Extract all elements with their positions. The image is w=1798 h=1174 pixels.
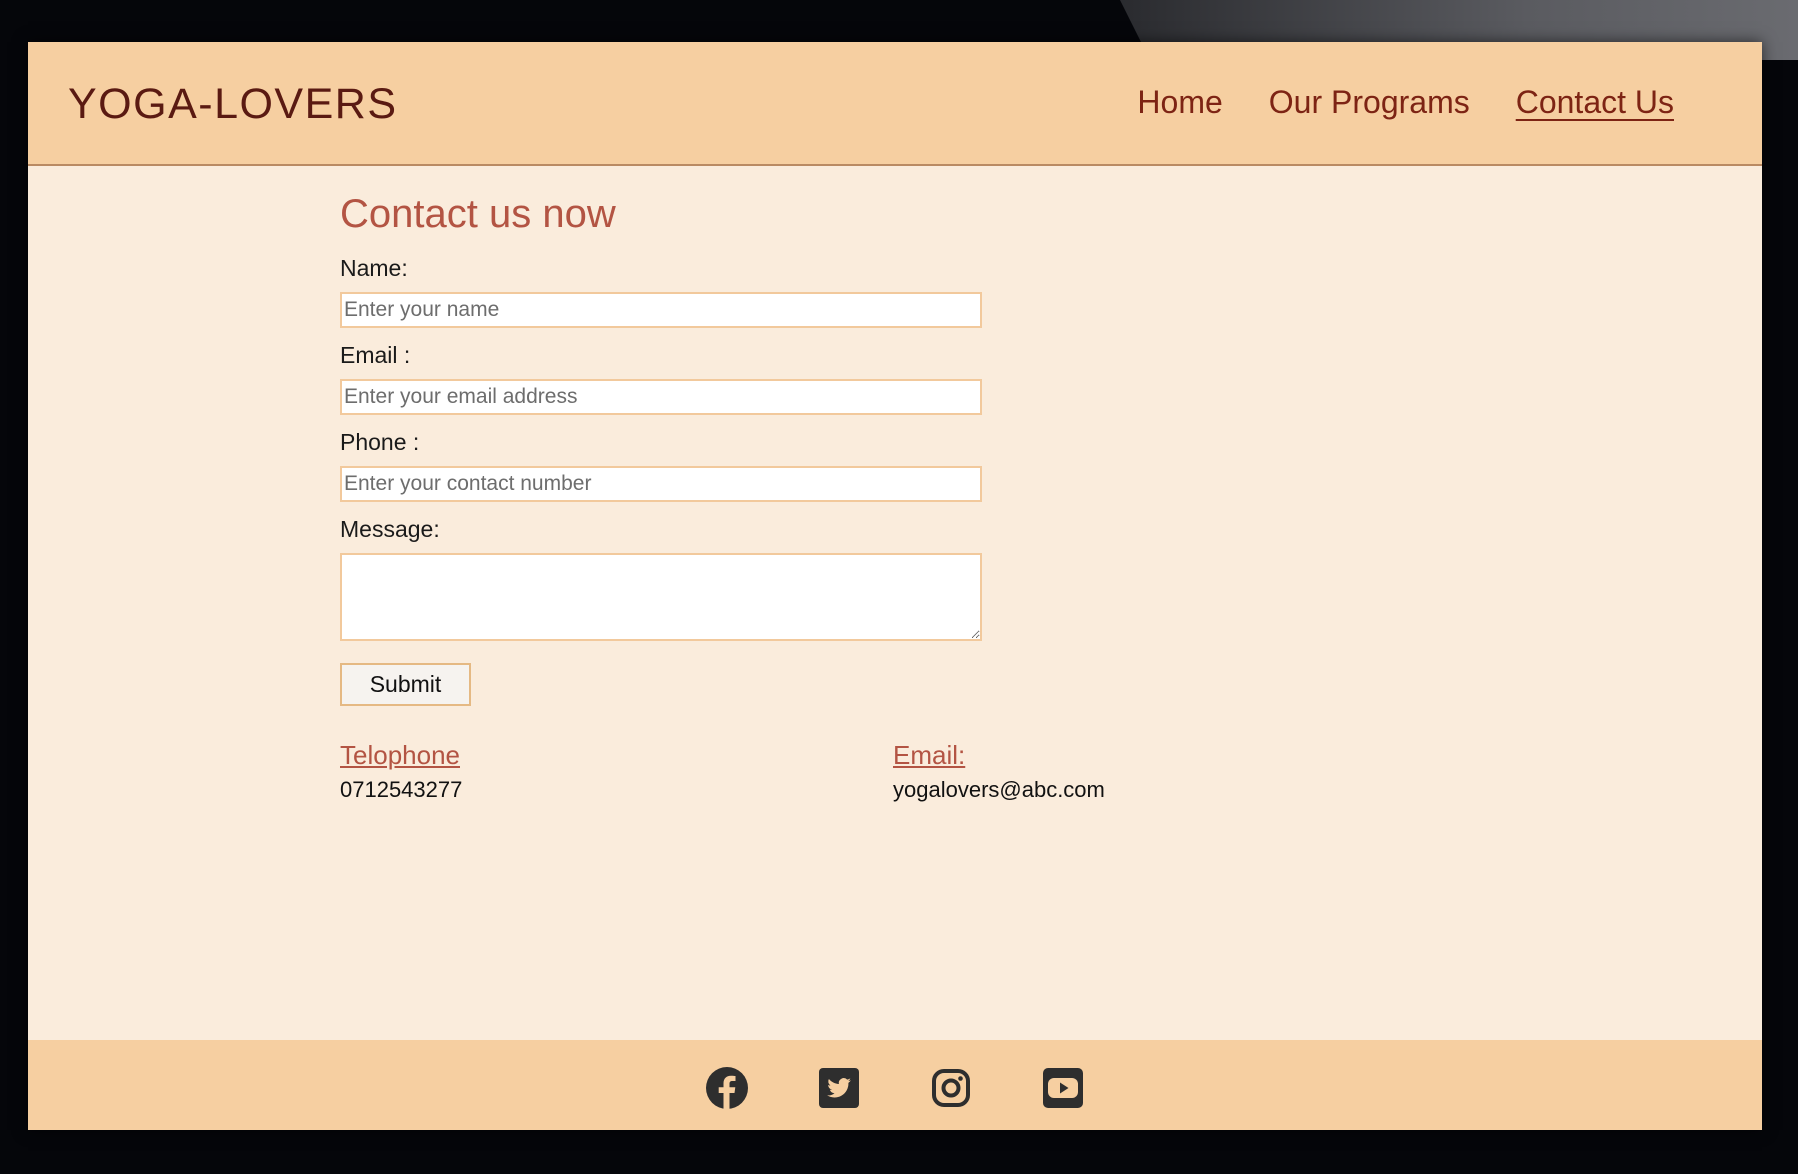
telephone-heading[interactable]: Telophone — [340, 740, 462, 771]
instagram-icon[interactable] — [929, 1066, 973, 1110]
name-label: Name: — [340, 255, 408, 281]
social-links — [705, 1066, 1085, 1110]
phone-input[interactable] — [340, 466, 982, 502]
telephone-block: Telophone 0712543277 — [340, 740, 462, 803]
email-value: yogalovers@abc.com — [893, 777, 1105, 802]
youtube-icon[interactable] — [1041, 1066, 1085, 1110]
site-logo[interactable]: YOGA-LOVERS — [68, 80, 398, 129]
main-nav: Home Our Programs Contact Us — [1137, 84, 1674, 121]
name-input[interactable] — [340, 292, 982, 328]
site-footer — [28, 1040, 1762, 1130]
email-label: Email : — [340, 342, 411, 368]
facebook-icon[interactable] — [705, 1066, 749, 1110]
browser-viewport: YOGA-LOVERS Home Our Programs Contact Us… — [28, 42, 1762, 1130]
telephone-value: 0712543277 — [340, 777, 463, 802]
twitter-icon[interactable] — [817, 1066, 861, 1110]
page-title: Contact us now — [340, 192, 616, 236]
email-block: Email: yogalovers@abc.com — [893, 740, 1105, 803]
email-input[interactable] — [340, 379, 982, 415]
phone-label: Phone : — [340, 429, 420, 455]
nav-link-home[interactable]: Home — [1137, 84, 1222, 121]
message-textarea[interactable] — [340, 553, 982, 641]
message-label: Message: — [340, 516, 440, 542]
contact-form-section: Contact us now Name: Email : Phone : Mes… — [340, 192, 1040, 706]
submit-button[interactable]: Submit — [340, 663, 471, 706]
nav-link-programs[interactable]: Our Programs — [1269, 84, 1470, 121]
nav-link-contact[interactable]: Contact Us — [1516, 84, 1674, 121]
site-header: YOGA-LOVERS Home Our Programs Contact Us — [28, 42, 1762, 166]
email-heading[interactable]: Email: — [893, 740, 1105, 771]
